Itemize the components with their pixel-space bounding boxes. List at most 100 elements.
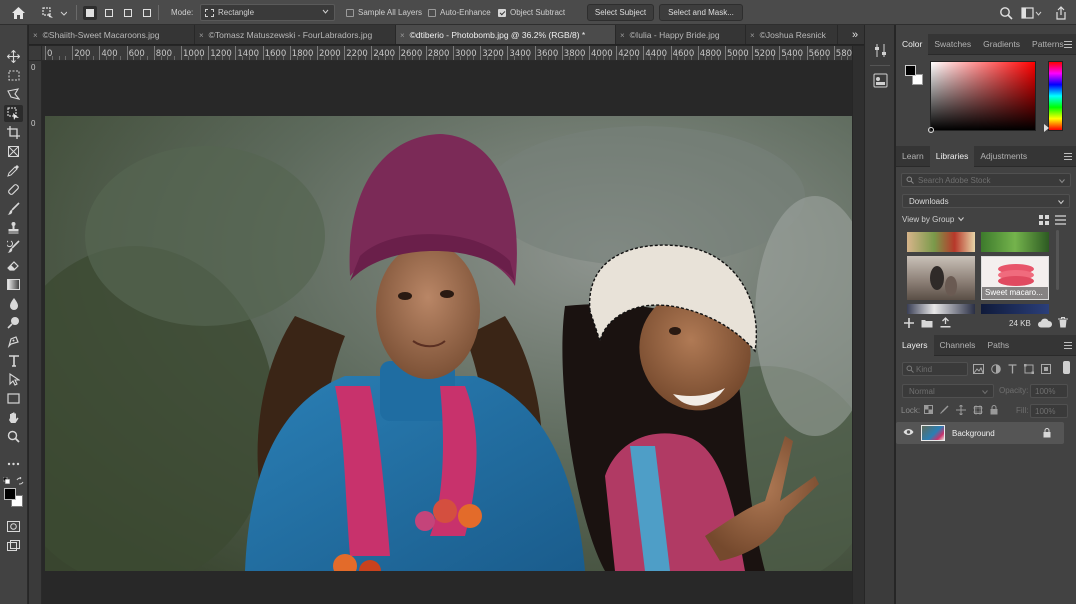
tab-channels[interactable]: Channels [934, 335, 982, 356]
layer-row-background[interactable]: Background [896, 422, 1064, 444]
blend-mode-select[interactable]: Normal [902, 384, 994, 398]
lock-all-icon[interactable] [990, 405, 998, 415]
layer-kind-filter[interactable]: Kind [902, 362, 968, 376]
visibility-eye-icon[interactable] [903, 428, 914, 438]
screen-mode-icon[interactable] [4, 537, 23, 554]
vertical-scrollbar[interactable] [852, 46, 864, 604]
library-scrollbar[interactable] [1056, 230, 1059, 290]
hand-tool-icon[interactable] [4, 409, 23, 426]
lock-position-icon[interactable] [956, 405, 966, 415]
horizontal-ruler[interactable]: 0 200 400 600 800 1000 1200 1400 1600 1800 2000 220… [42, 46, 852, 61]
layer-lock-icon[interactable] [1043, 428, 1051, 440]
tab-joshua-resnick[interactable]: × ©Joshua Resnick [746, 25, 838, 44]
view-by-group-dropdown[interactable]: View by Group [902, 215, 965, 224]
mode-select[interactable]: Rectangle [200, 4, 335, 21]
adjustments-panel-icon[interactable] [873, 73, 888, 90]
tab-four-labradors[interactable]: × ©Tomasz Matuszewski - FourLabradors.jp… [195, 25, 396, 44]
history-brush-tool-icon[interactable] [4, 238, 23, 255]
properties-panel-icon[interactable] [874, 43, 887, 60]
tab-photobomb[interactable]: × ©dtiberio - Photobomb.jpg @ 36.2% (RGB… [396, 25, 616, 44]
healing-brush-tool-icon[interactable] [4, 181, 23, 198]
library-thumbnail[interactable] [981, 304, 1049, 314]
lock-image-pixels-icon[interactable] [940, 405, 949, 414]
close-icon[interactable]: × [199, 31, 204, 40]
blur-tool-icon[interactable] [4, 295, 23, 312]
close-icon[interactable]: × [400, 31, 405, 40]
tab-gradients[interactable]: Gradients [977, 34, 1026, 55]
smart-object-filter-icon[interactable] [1041, 364, 1051, 374]
swap-colors-icon[interactable] [16, 476, 24, 487]
search-icon[interactable] [999, 0, 1013, 25]
document-canvas[interactable] [42, 61, 852, 604]
panel-menu-icon[interactable] [1064, 153, 1072, 160]
library-thumbnail[interactable] [907, 256, 975, 300]
home-icon[interactable] [11, 0, 26, 25]
library-thumbnail[interactable] [907, 232, 975, 252]
object-subtract-checkbox[interactable]: Object Subtract [498, 0, 565, 25]
photo-image[interactable] [45, 116, 852, 571]
lock-artboard-icon[interactable] [973, 405, 983, 415]
move-tool-icon[interactable] [4, 48, 23, 65]
crop-tool-icon[interactable] [4, 124, 23, 141]
frame-tool-icon[interactable] [4, 143, 23, 160]
more-tools-icon[interactable] [4, 455, 23, 472]
tab-swatches[interactable]: Swatches [928, 34, 977, 55]
zoom-tool-icon[interactable] [4, 428, 23, 445]
shape-layer-filter-icon[interactable] [1024, 364, 1034, 374]
eyedropper-tool-icon[interactable] [4, 162, 23, 179]
path-selection-tool-icon[interactable] [4, 371, 23, 388]
select-and-mask-button[interactable]: Select and Mask... [659, 4, 743, 21]
library-select[interactable]: Downloads [902, 194, 1070, 208]
new-selection-icon[interactable] [83, 5, 97, 20]
ruler-origin[interactable] [29, 46, 42, 61]
library-thumbnail-sweet-macaroons[interactable]: Sweet macaro... [981, 256, 1049, 300]
library-thumbnail[interactable] [907, 304, 975, 314]
rectangle-tool-icon[interactable] [4, 390, 23, 407]
color-field[interactable] [928, 61, 1036, 133]
close-icon[interactable]: × [750, 31, 755, 40]
type-layer-filter-icon[interactable] [1008, 364, 1017, 374]
hue-slider-handle[interactable] [1044, 124, 1049, 132]
brush-tool-icon[interactable] [4, 200, 23, 217]
panel-menu-icon[interactable] [1064, 342, 1072, 349]
add-icon[interactable] [904, 318, 914, 330]
share-icon[interactable] [1055, 0, 1067, 25]
grid-view-icon[interactable] [1039, 215, 1049, 227]
tab-libraries[interactable]: Libraries [929, 145, 975, 167]
hue-slider[interactable] [1044, 61, 1063, 132]
subtract-from-selection-icon[interactable] [121, 6, 135, 20]
close-icon[interactable]: × [33, 31, 38, 40]
tab-paths[interactable]: Paths [981, 335, 1015, 356]
trash-icon[interactable] [1058, 317, 1068, 330]
default-colors-icon[interactable] [2, 476, 10, 486]
tab-color[interactable]: Color [896, 33, 929, 55]
color-panel-fg-swatch[interactable] [905, 65, 916, 76]
vertical-ruler[interactable]: 0 0 [29, 61, 42, 604]
eraser-tool-icon[interactable] [4, 257, 23, 274]
tab-adjustments[interactable]: Adjustments [974, 146, 1033, 167]
workspace-icon[interactable] [1021, 0, 1043, 25]
clone-stamp-tool-icon[interactable] [4, 219, 23, 236]
gradient-tool-icon[interactable] [4, 276, 23, 293]
lasso-tool-icon[interactable] [4, 86, 23, 103]
marquee-tool-icon[interactable] [4, 67, 23, 84]
quick-mask-icon[interactable] [4, 518, 23, 535]
cloud-icon[interactable] [1038, 318, 1053, 330]
add-to-selection-icon[interactable] [102, 6, 116, 20]
close-icon[interactable]: × [620, 31, 625, 40]
dodge-tool-icon[interactable] [4, 314, 23, 331]
pixel-layer-filter-icon[interactable] [973, 364, 984, 374]
panel-menu-icon[interactable] [1064, 41, 1072, 48]
tab-happy-bride[interactable]: × ©Iulia - Happy Bride.jpg [616, 25, 746, 44]
tabs-overflow-icon[interactable]: » [846, 25, 864, 44]
foreground-color-swatch[interactable] [4, 488, 16, 500]
adjustment-layer-filter-icon[interactable] [991, 364, 1001, 374]
tab-layers[interactable]: Layers [896, 334, 934, 356]
tab-sweet-macaroons[interactable]: × ©Shaiith-Sweet Macaroons.jpg [29, 25, 195, 44]
lock-transparent-pixels-icon[interactable] [924, 405, 933, 414]
list-view-icon[interactable] [1055, 215, 1066, 227]
opacity-input[interactable]: 100% [1030, 384, 1068, 398]
select-subject-button[interactable]: Select Subject [587, 4, 654, 21]
adobe-stock-search-input[interactable]: Search Adobe Stock [901, 173, 1071, 187]
tab-learn[interactable]: Learn [896, 146, 930, 167]
